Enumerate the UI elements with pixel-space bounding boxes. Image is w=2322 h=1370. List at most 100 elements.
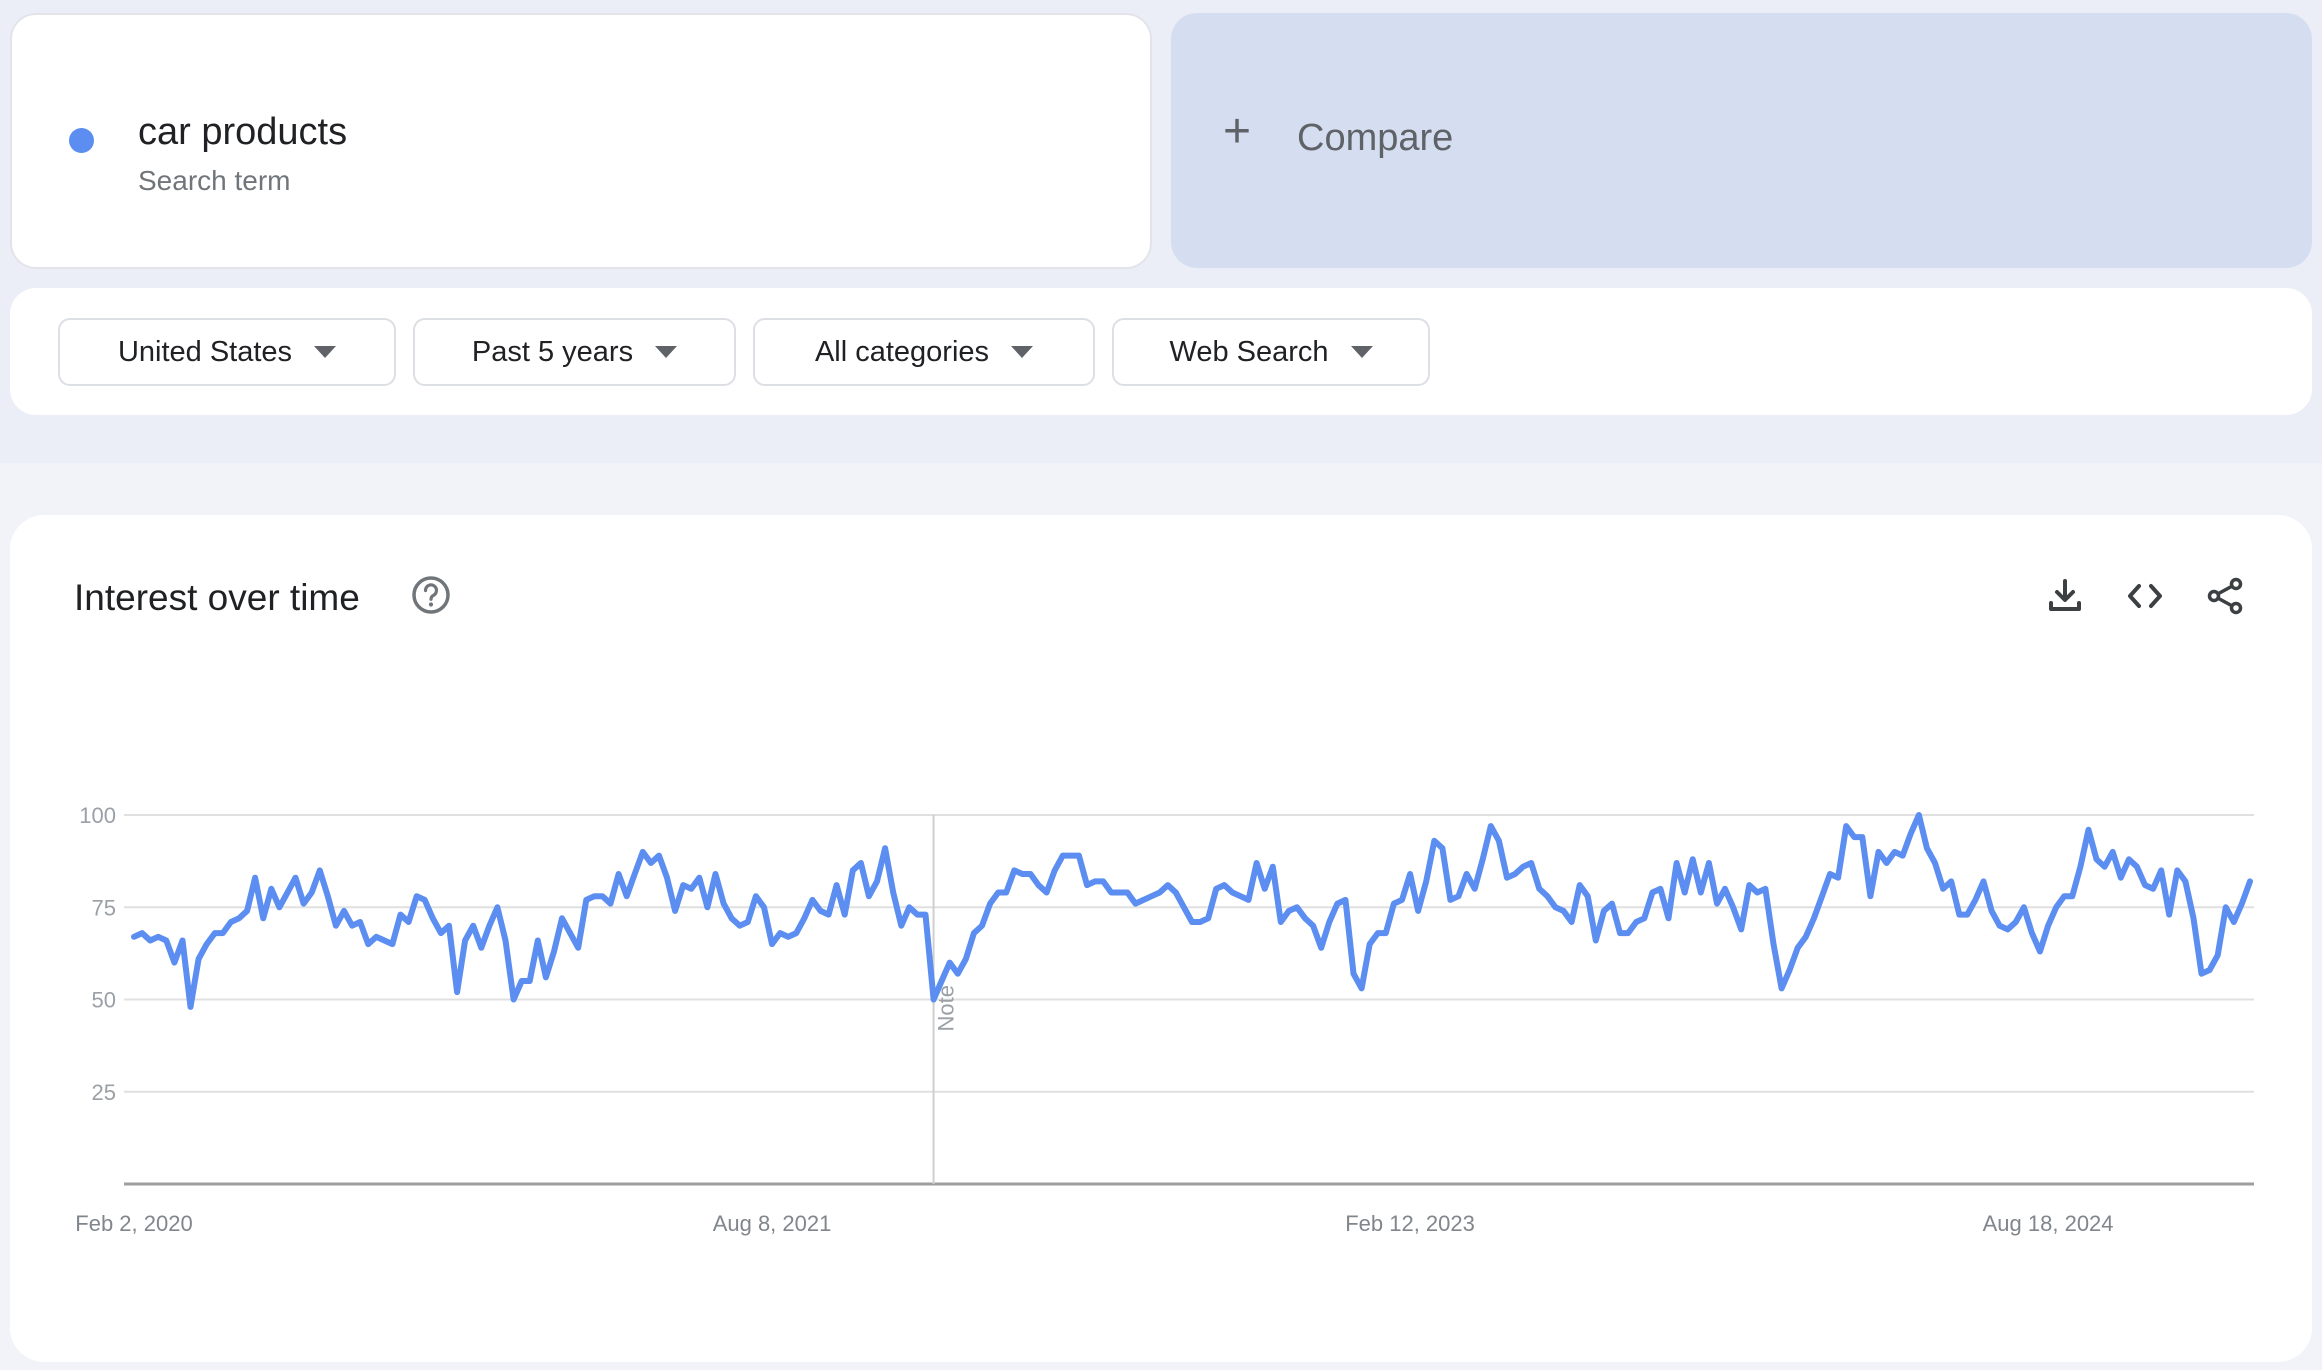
data-point[interactable] [1754, 889, 1760, 895]
data-point[interactable] [1044, 889, 1050, 895]
data-point[interactable] [680, 882, 686, 888]
data-point[interactable] [1197, 919, 1203, 925]
data-point[interactable] [1900, 853, 1906, 859]
data-point[interactable] [131, 934, 137, 940]
data-point[interactable] [931, 997, 937, 1003]
data-point[interactable] [1060, 853, 1066, 859]
data-point[interactable] [389, 941, 395, 947]
data-point[interactable] [809, 897, 815, 903]
data-point[interactable] [1779, 985, 1785, 991]
data-point[interactable] [1641, 915, 1647, 921]
data-point[interactable] [2037, 949, 2043, 955]
data-point[interactable] [301, 901, 307, 907]
data-point[interactable] [478, 945, 484, 951]
data-point[interactable] [1302, 915, 1308, 921]
data-point[interactable] [1359, 985, 1365, 991]
data-point[interactable] [454, 989, 460, 995]
data-point[interactable] [1738, 926, 1744, 932]
data-point[interactable] [2239, 901, 2245, 907]
data-point[interactable] [648, 860, 654, 866]
data-point[interactable] [1698, 889, 1704, 895]
data-point[interactable] [414, 893, 420, 899]
filter-time-range[interactable]: Past 5 years [413, 318, 736, 386]
data-point[interactable] [244, 908, 250, 914]
data-point[interactable] [1690, 856, 1696, 862]
data-point[interactable] [341, 908, 347, 914]
data-point[interactable] [1084, 882, 1090, 888]
data-point[interactable] [1875, 849, 1881, 855]
data-point[interactable] [268, 886, 274, 892]
data-point[interactable] [721, 901, 727, 907]
data-point[interactable] [1633, 919, 1639, 925]
data-point[interactable] [1536, 886, 1542, 892]
data-point[interactable] [664, 875, 670, 881]
data-point[interactable] [1770, 941, 1776, 947]
data-point[interactable] [898, 923, 904, 929]
data-point[interactable] [1819, 893, 1825, 899]
data-point[interactable] [1948, 878, 1954, 884]
data-point[interactable] [1326, 919, 1332, 925]
data-point[interactable] [1552, 904, 1558, 910]
data-point[interactable] [1076, 853, 1082, 859]
data-point[interactable] [2118, 875, 2124, 881]
data-point[interactable] [1173, 889, 1179, 895]
data-point[interactable] [2013, 919, 2019, 925]
data-point[interactable] [1278, 919, 1284, 925]
data-point[interactable] [559, 915, 565, 921]
data-point[interactable] [1431, 838, 1437, 844]
data-point[interactable] [373, 934, 379, 940]
data-point[interactable] [914, 912, 920, 918]
data-point[interactable] [1439, 845, 1445, 851]
data-point[interactable] [470, 923, 476, 929]
data-point[interactable] [1730, 904, 1736, 910]
data-point[interactable] [1932, 860, 1938, 866]
data-point[interactable] [1092, 878, 1098, 884]
data-point[interactable] [761, 904, 767, 910]
data-point[interactable] [1270, 864, 1276, 870]
data-point[interactable] [688, 886, 694, 892]
data-point[interactable] [753, 893, 759, 899]
data-point[interactable] [737, 923, 743, 929]
data-point[interactable] [1423, 878, 1429, 884]
data-point[interactable] [874, 878, 880, 884]
data-point[interactable] [519, 978, 525, 984]
data-point[interactable] [955, 971, 961, 977]
data-point[interactable] [979, 923, 985, 929]
data-point[interactable] [591, 893, 597, 899]
data-point[interactable] [1052, 867, 1058, 873]
data-point[interactable] [922, 912, 928, 918]
data-point[interactable] [817, 908, 823, 914]
data-point[interactable] [801, 915, 807, 921]
data-point[interactable] [1456, 893, 1462, 899]
data-point[interactable] [1383, 930, 1389, 936]
data-point[interactable] [1666, 915, 1672, 921]
data-point[interactable] [1181, 904, 1187, 910]
data-point[interactable] [2199, 971, 2205, 977]
data-point[interactable] [494, 904, 500, 910]
data-point[interactable] [906, 904, 912, 910]
data-point[interactable] [1617, 930, 1623, 936]
data-point[interactable] [745, 919, 751, 925]
data-point[interactable] [462, 937, 468, 943]
data-point[interactable] [438, 930, 444, 936]
data-point[interactable] [1795, 945, 1801, 951]
data-point[interactable] [1205, 915, 1211, 921]
data-point[interactable] [2142, 882, 2148, 888]
data-point[interactable] [1827, 871, 1833, 877]
data-point[interactable] [672, 908, 678, 914]
data-point[interactable] [1286, 908, 1292, 914]
data-point[interactable] [567, 930, 573, 936]
data-point[interactable] [503, 937, 509, 943]
data-point[interactable] [486, 923, 492, 929]
data-point[interactable] [826, 912, 832, 918]
data-point[interactable] [1399, 897, 1405, 903]
data-point[interactable] [1488, 823, 1494, 829]
data-point[interactable] [1997, 923, 2003, 929]
data-point[interactable] [1237, 893, 1243, 899]
data-point[interactable] [704, 904, 710, 910]
data-point[interactable] [1027, 871, 1033, 877]
data-point[interactable] [293, 875, 299, 881]
data-point[interactable] [1447, 897, 1453, 903]
data-point[interactable] [1246, 897, 1252, 903]
data-point[interactable] [842, 912, 848, 918]
